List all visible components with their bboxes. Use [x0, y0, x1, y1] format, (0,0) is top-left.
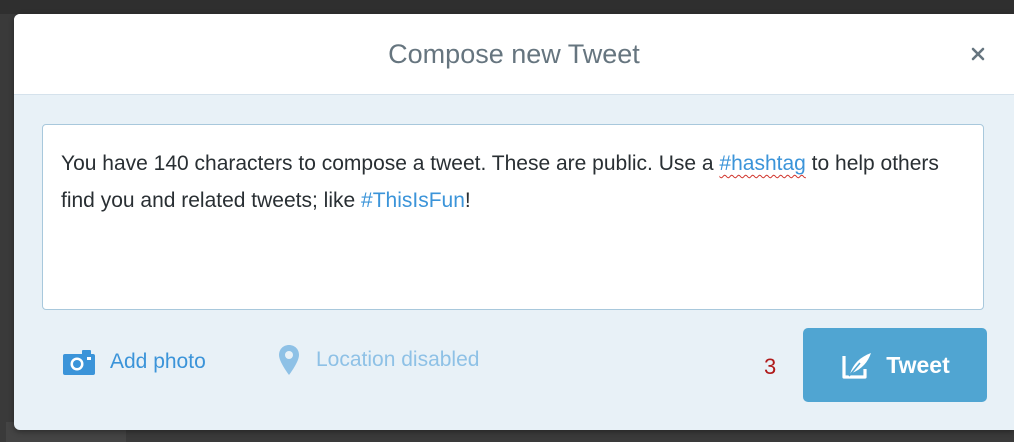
dialog-title: Compose new Tweet — [388, 39, 640, 69]
location-pin-icon — [279, 345, 299, 375]
tweet-button-label: Tweet — [886, 351, 950, 378]
dialog-header: Compose new Tweet — [14, 14, 1014, 95]
close-icon — [971, 47, 985, 61]
character-counter: 3 — [764, 354, 777, 379]
hashtag-link[interactable]: #hashtag — [719, 152, 805, 175]
location-label: Location disabled — [316, 348, 480, 371]
add-photo-button[interactable]: Add photo — [62, 342, 206, 382]
tweet-text: You have 140 characters to compose a twe… — [61, 152, 720, 175]
tweet-text: ! — [464, 189, 471, 212]
backdrop — [0, 0, 1014, 14]
camera-icon — [63, 350, 95, 375]
close-button[interactable] — [964, 40, 992, 68]
location-toggle[interactable]: Location disabled — [278, 340, 479, 380]
add-photo-label: Add photo — [110, 350, 206, 373]
compose-quill-icon — [842, 353, 872, 379]
hashtag-link[interactable]: #ThisIsFun — [361, 189, 465, 212]
compose-tweet-dialog: Compose new Tweet You have 140 character… — [14, 14, 1014, 430]
tweet-button[interactable]: Tweet — [803, 328, 987, 402]
tweet-text-area[interactable]: You have 140 characters to compose a twe… — [42, 124, 984, 310]
